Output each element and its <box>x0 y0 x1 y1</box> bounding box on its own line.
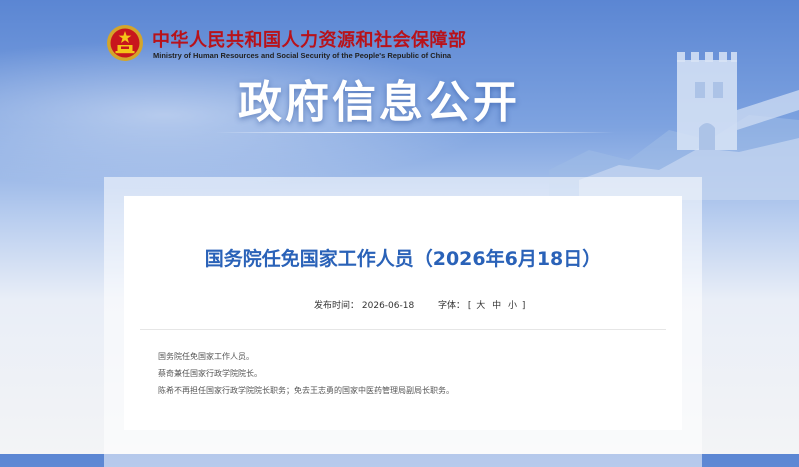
article-meta: 发布时间： 2026-06-18 字体： [ 大 中 小 ] <box>314 298 525 311</box>
article-paragraph: 蔡奇兼任国家行政学院院长。 <box>158 369 262 378</box>
publish-label: 发布时间： <box>314 301 360 311</box>
article-paragraph: 陈希不再担任国家行政学院院长职务；免去王志勇的国家中医药管理局副局长职务。 <box>158 386 454 395</box>
site-title: 中华人民共和国人力资源和社会保障部 <box>152 30 467 51</box>
national-emblem-icon <box>107 25 143 61</box>
article-body: 国务院任免国家工作人员。 蔡奇兼任国家行政学院院长。 陈希不再担任国家行政学院院… <box>158 348 454 399</box>
section-title: 政府信息公开 <box>238 77 520 128</box>
header-banner: 中华人民共和国人力资源和社会保障部 Ministry of Human Reso… <box>0 0 799 200</box>
meta-divider <box>140 329 666 330</box>
font-size-bracket-open: [ <box>467 301 472 311</box>
article-paragraph: 国务院任免国家工作人员。 <box>158 352 254 361</box>
publish-date: 2026-06-18 <box>361 301 415 311</box>
font-size-label: 字体： <box>437 301 465 311</box>
article-card: 国务院任免国家工作人员（2026年6月18日） 发布时间： 2026-06-18… <box>124 196 682 430</box>
site-subtitle: Ministry of Human Resources and Social S… <box>153 51 452 60</box>
font-size-large-link[interactable]: 大 <box>476 301 485 311</box>
article-title: 国务院任免国家工作人员（2026年6月18日） <box>204 248 602 270</box>
font-size-small-link[interactable]: 小 <box>508 301 517 311</box>
font-size-medium-link[interactable]: 中 <box>492 301 501 311</box>
title-underline <box>215 132 615 133</box>
font-size-bracket-close: ] <box>521 301 526 311</box>
great-wall-illustration <box>549 52 799 200</box>
